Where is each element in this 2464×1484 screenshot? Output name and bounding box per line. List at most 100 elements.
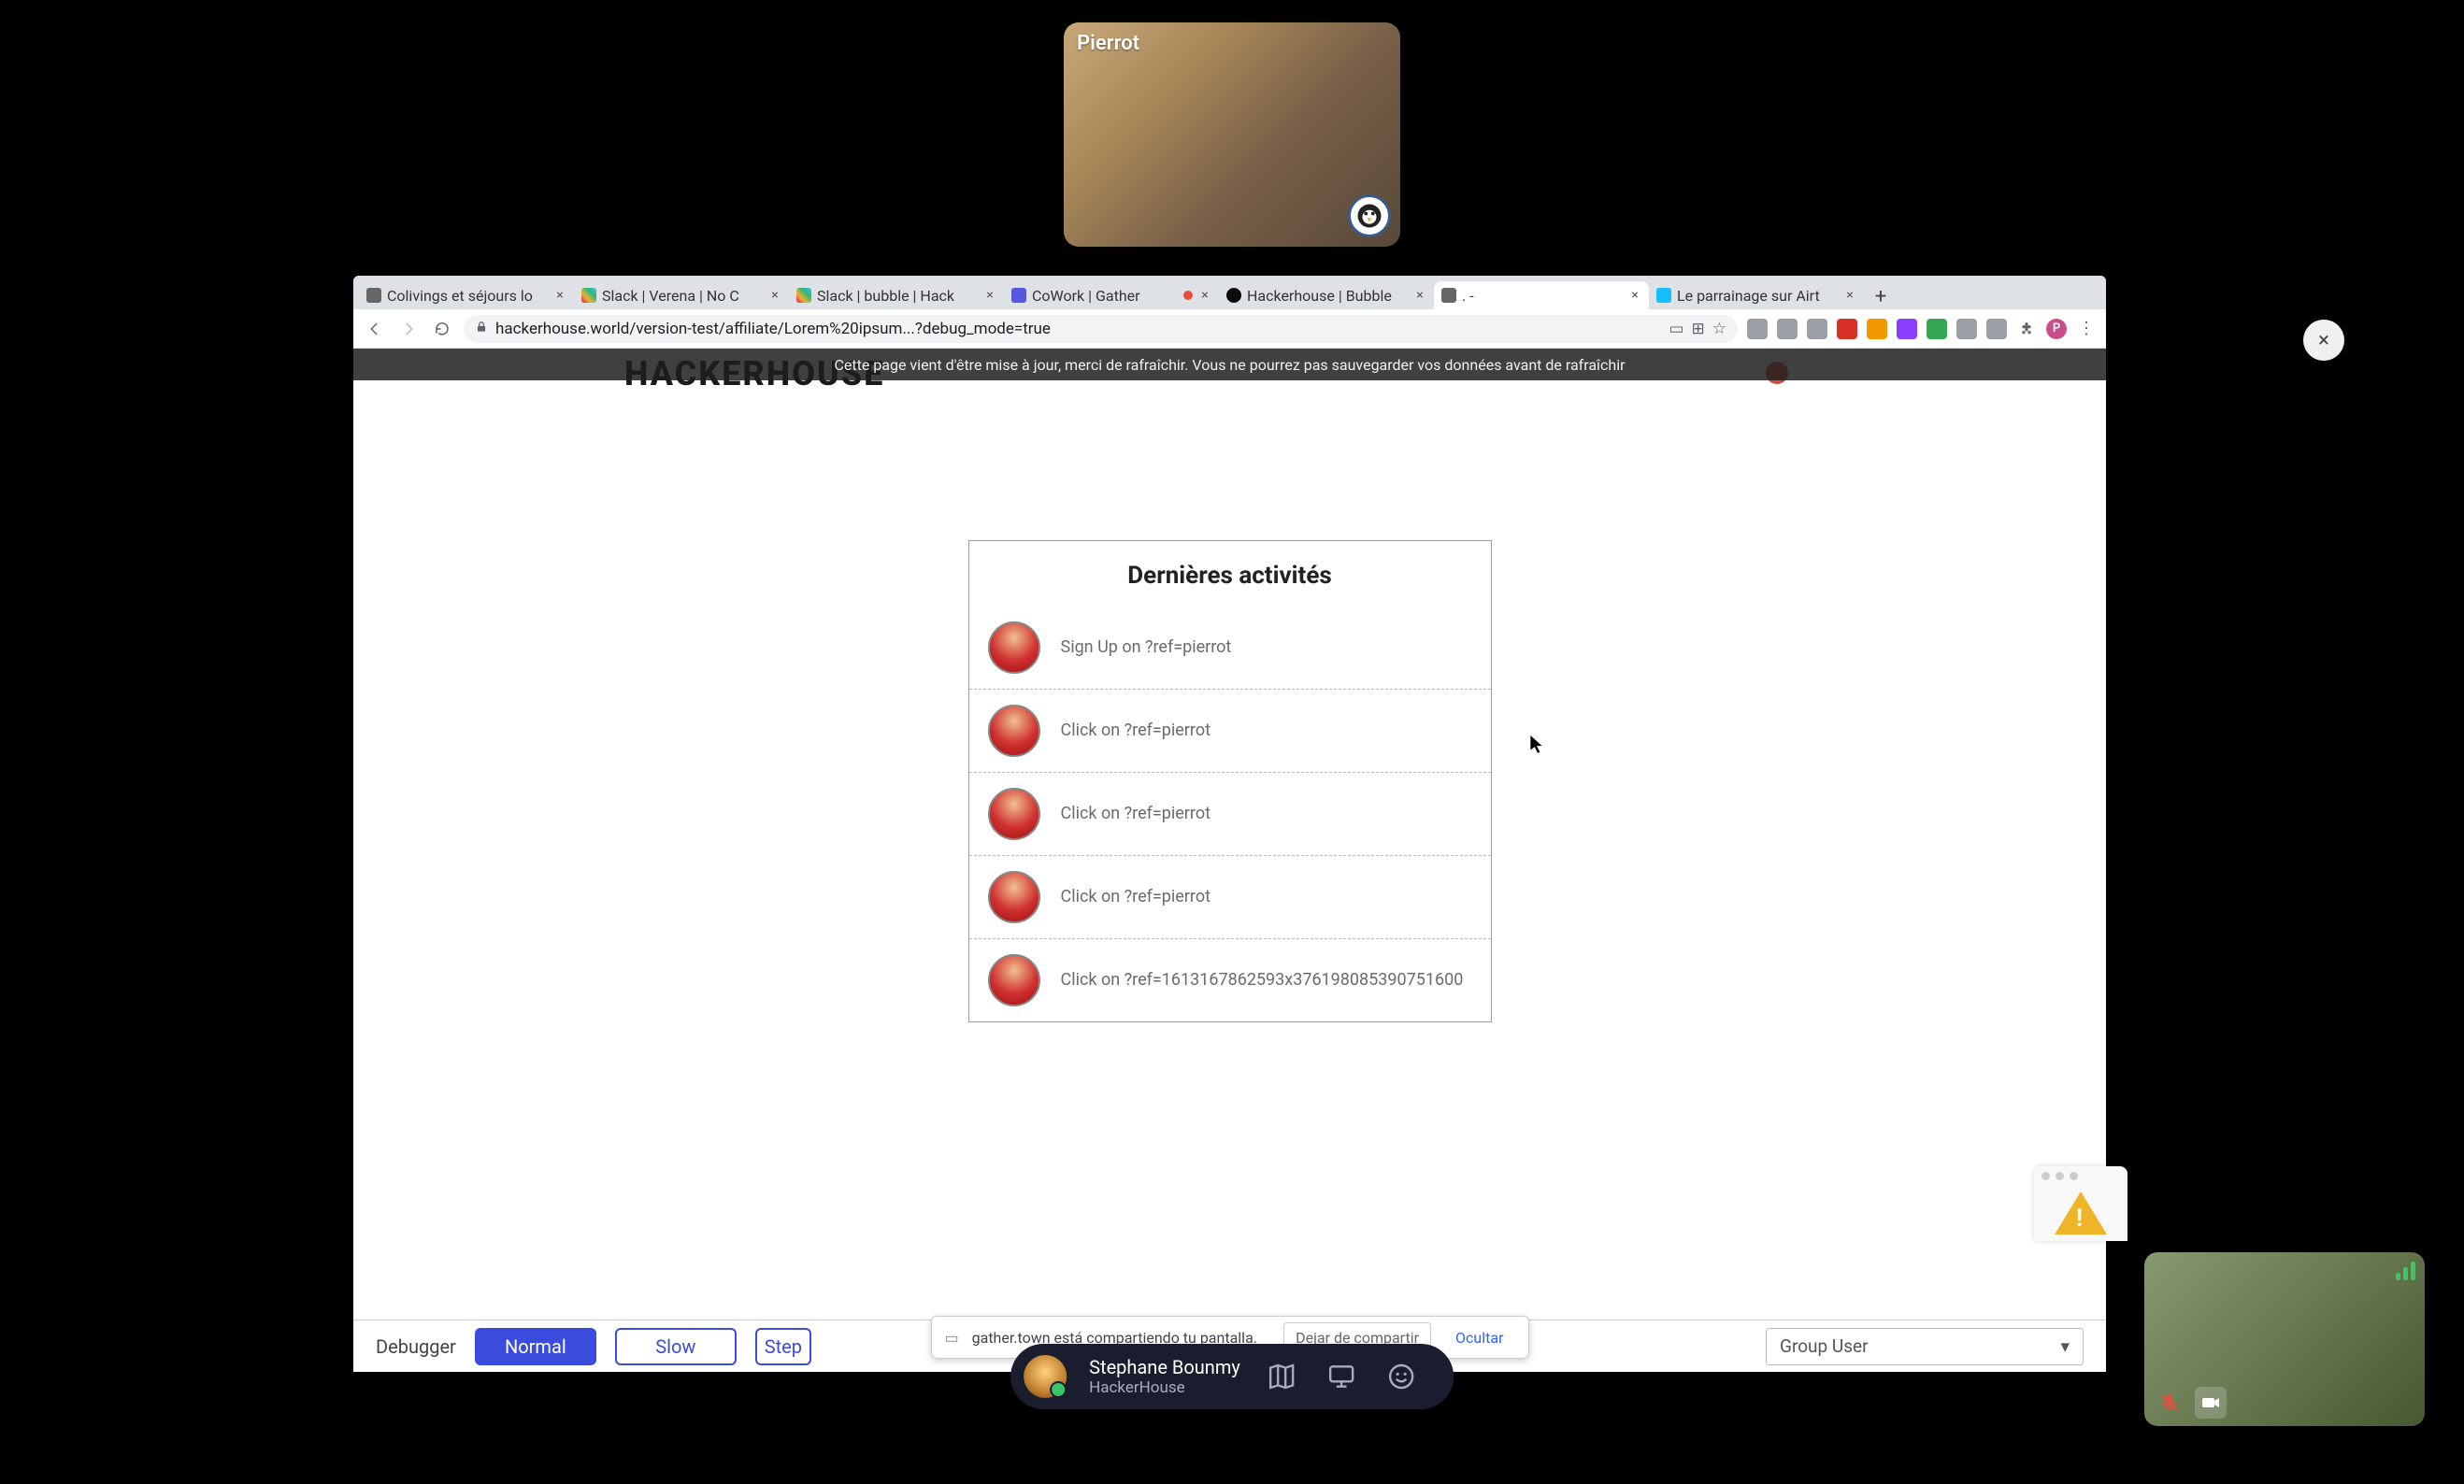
debugger-step-button[interactable]: Step [755,1328,811,1365]
activity-text: Click on ?ref=pierrot [1061,885,1211,908]
user-info[interactable]: Stephane Bounmy HackerHouse [1089,1356,1240,1397]
tab-6[interactable]: Le parrainage sur Airt × [1649,281,1864,309]
tab-title: . - [1462,287,1623,305]
browser-window: Colivings et séjours lo × Slack | Verena… [353,276,2106,1372]
extension-icon[interactable] [1807,319,1827,339]
page-content: HACKERHOUSE Cette page vient d'être mise… [353,349,2106,1372]
tab-close-icon[interactable]: × [553,289,566,302]
mic-muted-button[interactable] [2154,1387,2185,1419]
tab-0[interactable]: Colivings et séjours lo × [359,281,574,309]
tab-close-icon[interactable]: × [1413,289,1426,302]
extension-icon[interactable] [1927,319,1947,339]
extension-icon[interactable] [1986,319,2007,339]
activity-row: Click on ?ref=1613167862593x376198085390… [969,938,1491,1021]
favicon-icon [581,288,596,303]
favicon-icon [1011,288,1026,303]
map-button[interactable] [1263,1358,1300,1395]
participant-video-pierrot[interactable]: Pierrot [1064,22,1400,247]
activities-title: Dernières activités [969,541,1491,606]
activities-card: Dernières activités Sign Up on ?ref=pier… [968,540,1492,1022]
activity-text: Click on ?ref=pierrot [1061,719,1211,742]
extension-icon[interactable] [1867,319,1887,339]
debugger-label: Debugger [376,1335,456,1358]
new-tab-button[interactable]: + [1868,283,1894,309]
tab-strip: Colivings et séjours lo × Slack | Verena… [353,276,2106,309]
extension-icon[interactable] [1777,319,1798,339]
extension-icon[interactable] [1837,319,1857,339]
arrow-right-icon [400,321,417,337]
debugger-normal-button[interactable]: Normal [475,1328,596,1365]
tab-title: Slack | Verena | No C [602,287,763,305]
mini-window-traffic-lights [2034,1166,2127,1185]
group-user-select[interactable]: Group User ▾ [1766,1328,2084,1365]
activity-row: Click on ?ref=pierrot [969,772,1491,855]
activity-text: Click on ?ref=1613167862593x376198085390… [1061,968,1464,992]
tab-title: Hackerhouse | Bubble [1247,287,1408,305]
self-video[interactable] [2144,1252,2425,1426]
url-input[interactable]: hackerhouse.world/version-test/affiliate… [464,315,1738,343]
camera-icon [2199,1391,2222,1414]
close-overlay-button[interactable]: × [2303,320,2344,361]
activity-avatar [988,705,1040,757]
chevron-down-icon: ▾ [2060,1335,2070,1357]
gather-dock: Stephane Bounmy HackerHouse [1010,1344,1454,1409]
map-icon [1267,1362,1296,1391]
tab-close-icon[interactable]: × [983,289,996,302]
grid-icon[interactable]: ⊞ [1692,320,1705,338]
extension-icon[interactable] [1956,319,1977,339]
tab-4[interactable]: Hackerhouse | Bubble × [1219,281,1434,309]
participant-name-label: Pierrot [1077,32,1139,55]
group-user-label: Group User [1780,1335,1869,1357]
hide-notice-button[interactable]: Ocultar [1444,1323,1514,1352]
tab-close-icon[interactable]: × [1843,289,1856,302]
space-name: HackerHouse [1089,1378,1240,1397]
nav-reload-button[interactable] [430,317,454,341]
tab-title: Le parrainage sur Airt [1677,287,1838,305]
activity-row: Click on ?ref=pierrot [969,855,1491,938]
tab-3[interactable]: CoWork | Gather × [1004,281,1219,309]
tab-close-icon[interactable]: × [1628,289,1641,302]
user-name: Stephane Bounmy [1089,1356,1240,1378]
nav-forward-button[interactable] [396,317,421,341]
screenshare-button[interactable] [1323,1358,1360,1395]
extension-icon[interactable] [1897,319,1917,339]
reload-icon [434,321,451,337]
browser-menu-button[interactable]: ⋮ [2076,319,2097,339]
refresh-banner: Cette page vient d'être mise à jour, mer… [353,349,2106,380]
plus-icon: + [1875,285,1886,308]
activity-row: Sign Up on ?ref=pierrot [969,606,1491,689]
favicon-icon [1226,288,1241,303]
profile-initial: P [2053,321,2060,335]
debugger-slow-button[interactable]: Slow [615,1328,737,1365]
profile-avatar-button[interactable]: P [2046,319,2067,339]
star-icon[interactable]: ☆ [1712,320,1726,338]
user-avatar[interactable] [1024,1355,1067,1398]
activity-avatar [988,954,1040,1006]
arrow-left-icon [366,321,383,337]
tab-close-icon[interactable]: × [768,289,781,302]
tab-close-icon[interactable]: × [1198,289,1211,302]
lock-icon [475,321,488,337]
tab-5[interactable]: . - × [1434,281,1649,309]
activity-text: Sign Up on ?ref=pierrot [1061,635,1232,659]
activity-avatar [988,788,1040,840]
signal-strength-icon [2396,1262,2415,1280]
camera-button[interactable] [2195,1387,2227,1419]
activity-text: Click on ?ref=pierrot [1061,802,1211,825]
nav-back-button[interactable] [363,317,387,341]
warning-mini-window[interactable] [2034,1166,2127,1241]
mic-off-icon [2158,1391,2181,1414]
screen-icon[interactable]: ▭ [1669,320,1683,338]
penguin-icon [1355,202,1383,230]
monitor-icon [1326,1362,1356,1391]
tab-title: CoWork | Gather [1032,287,1178,305]
extension-icon[interactable] [1747,319,1768,339]
emoji-button[interactable] [1382,1358,1420,1395]
tab-2[interactable]: Slack | bubble | Hack × [789,281,1004,309]
refresh-banner-text: Cette page vient d'être mise à jour, mer… [834,356,1625,374]
activity-avatar [988,621,1040,674]
tab-1[interactable]: Slack | Verena | No C × [574,281,789,309]
extension-icons: P ⋮ [1747,319,2097,339]
close-icon: × [2318,329,2329,352]
extensions-menu-icon[interactable] [2016,319,2037,339]
